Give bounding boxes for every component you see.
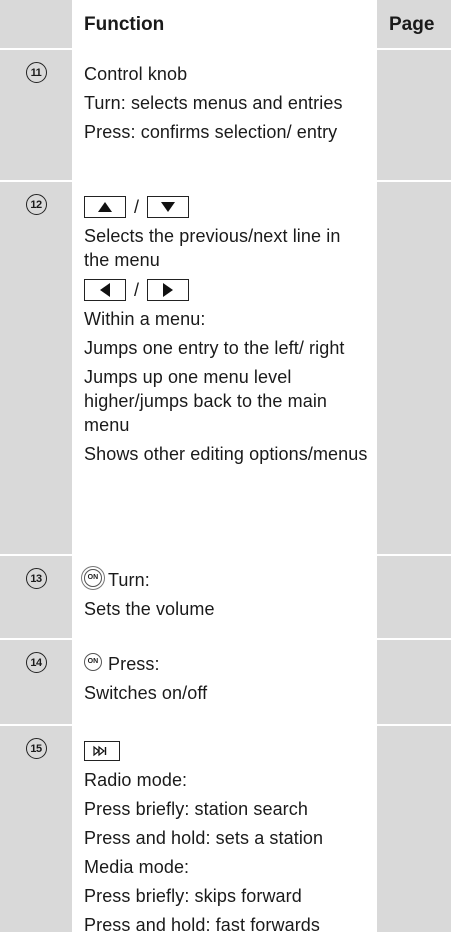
row-number-cell: 14 xyxy=(0,640,72,724)
function-line: ON Turn: xyxy=(84,568,369,592)
page-cell xyxy=(377,726,451,932)
table-header: Function Page xyxy=(0,0,451,50)
row-number-badge: 11 xyxy=(25,62,47,83)
left-right-keys: / xyxy=(84,277,369,303)
function-line: Jumps up one menu level higher/jumps bac… xyxy=(84,367,328,435)
header-page: Page xyxy=(377,0,451,48)
skip-forward-key-icon xyxy=(84,741,120,761)
power-button-icon: ON xyxy=(84,653,102,671)
header-number-cell xyxy=(0,0,72,48)
row-number-cell: 11 xyxy=(0,50,72,180)
left-arrow-key-icon xyxy=(84,279,126,301)
skip-key-row xyxy=(84,738,369,764)
row-number-cell: 13 xyxy=(0,556,72,638)
row-number-cell: 15 xyxy=(0,726,72,932)
up-arrow-key-icon xyxy=(84,196,126,218)
function-line: Press: confirms selection/ entry xyxy=(84,122,338,142)
function-line-text: Turn: xyxy=(108,570,150,590)
function-line-text: Press: xyxy=(108,654,160,674)
volume-knob-icon: ON xyxy=(84,569,102,587)
function-cell: ON Press: Switches on/off xyxy=(72,640,377,724)
table-row: 15 Radio mode: Press briefly: station se… xyxy=(0,726,451,935)
function-cell: / Selects the previous/next line in the … xyxy=(72,182,377,554)
function-cell: ON Turn: Sets the volume xyxy=(72,556,377,638)
function-line: Control knob xyxy=(84,64,188,84)
key-separator: / xyxy=(134,279,140,300)
row-number-cell: 12 xyxy=(0,182,72,554)
function-line: Selects the previous/next line in the me… xyxy=(84,226,341,270)
function-line: Press briefly: station search xyxy=(84,799,308,819)
row-number-badge: 13 xyxy=(25,568,47,589)
row-number-badge: 15 xyxy=(25,738,47,759)
function-cell: Control knob Turn: selects menus and ent… xyxy=(72,50,377,180)
page-cell xyxy=(377,50,451,180)
right-arrow-key-icon xyxy=(147,279,190,301)
function-line: Press briefly: skips forward xyxy=(84,886,302,906)
function-line: Turn: selects menus and entries xyxy=(84,93,343,113)
function-table: Function Page 11 Control knob Turn: sele… xyxy=(0,0,451,935)
function-line: Media mode: xyxy=(84,857,190,877)
function-line: Shows other editing options/menus xyxy=(84,444,368,464)
function-cell: Radio mode: Press briefly: station searc… xyxy=(72,726,377,935)
up-down-keys: / xyxy=(84,194,369,220)
function-line: Press and hold: sets a station xyxy=(84,828,324,848)
function-line: Within a menu: xyxy=(84,309,206,329)
row-number-badge: 12 xyxy=(25,194,47,215)
key-separator: / xyxy=(134,196,140,217)
down-arrow-key-icon xyxy=(147,196,190,218)
table-row: 14 ON Press: Switches on/off xyxy=(0,640,451,726)
page-cell xyxy=(377,556,451,638)
table-row: 13 ON Turn: Sets the volume xyxy=(0,556,451,640)
function-line: Press and hold: fast forwards xyxy=(84,915,321,935)
row-number-badge: 14 xyxy=(25,652,47,673)
header-function: Function xyxy=(72,0,377,48)
page-cell xyxy=(377,640,451,724)
function-line: Switches on/off xyxy=(84,683,208,703)
function-line: Jumps one entry to the left/ right xyxy=(84,338,345,358)
page-cell xyxy=(377,182,451,554)
function-line: Radio mode: xyxy=(84,770,188,790)
table-row: 11 Control knob Turn: selects menus and … xyxy=(0,50,451,182)
function-line: ON Press: xyxy=(84,652,369,676)
function-line: Sets the volume xyxy=(84,599,215,619)
table-row: 12 / Selects the previous/next line in t… xyxy=(0,182,451,556)
